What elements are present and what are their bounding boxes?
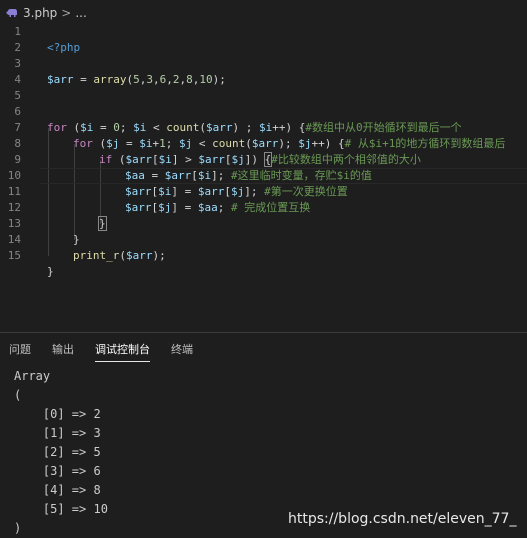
token-punct: ,: [153, 73, 160, 86]
code-line: }: [0, 216, 527, 246]
console-line: [0] => 2: [14, 407, 101, 421]
watermark: https://blog.csdn.net/eleven_77_: [288, 511, 517, 527]
breadcrumb-file[interactable]: 3.php: [23, 6, 57, 20]
token-punct: );: [212, 73, 226, 86]
code-line: if ($arr[$i] > $arr[$j]) {#比较数组中两个相邻值的大小: [0, 136, 527, 167]
code-line: }: [0, 200, 527, 231]
code-line: print_r($arr);: [0, 232, 527, 262]
tab-problems[interactable]: 问题: [3, 335, 37, 365]
token-number: 8: [186, 73, 193, 86]
breadcrumb-more[interactable]: ...: [75, 6, 86, 20]
chevron-right-icon: >: [61, 6, 72, 20]
code-line: for ($j = $i+1; $j < count($arr); $j++) …: [0, 120, 527, 150]
token-number: 2: [172, 73, 180, 86]
console-line: (: [14, 388, 22, 402]
tab-output[interactable]: 输出: [46, 335, 80, 365]
tab-debug-console[interactable]: 调试控制台: [89, 335, 156, 365]
php-elephant-icon: [6, 9, 17, 17]
token-punct: =: [73, 73, 94, 86]
tab-terminal[interactable]: 终端: [165, 335, 199, 365]
token-number: 3: [146, 73, 153, 86]
console-line: [4] => 8: [14, 483, 101, 497]
code-line: $arr[$j] = $aa; # 完成位置互换: [0, 184, 527, 214]
code-line: $arr = array(5,3,6,2,8,10);: [0, 56, 527, 86]
console-line: ): [14, 521, 22, 535]
code-line: }: [0, 248, 527, 278]
token-number: 5: [133, 73, 140, 86]
console-line: [1] => 3: [14, 426, 101, 440]
token-punct: ,: [166, 73, 173, 86]
token-number: 10: [199, 73, 213, 86]
token-function: array: [93, 73, 127, 86]
code-line: <?php: [0, 24, 527, 54]
breadcrumb: 3.php > ...: [0, 0, 527, 26]
panel-tabs: 问题 输出 调试控制台 终端: [0, 335, 527, 365]
console-line: [5] => 10: [14, 502, 108, 516]
console-line: [2] => 5: [14, 445, 101, 459]
console-line: [3] => 6: [14, 464, 101, 478]
panel-divider: [0, 332, 527, 333]
code-line: $arr[$i] = $arr[$j]; #第一次更换位置: [0, 168, 527, 198]
token-punct: }: [47, 265, 54, 278]
code-editor[interactable]: 1 2 3 4 5 6 7 8 9 10 11 12 13 14 15 <?ph…: [0, 24, 527, 334]
php-open-tag: <?php: [47, 41, 81, 54]
token-variable: $arr: [47, 73, 74, 86]
console-line: Array: [14, 369, 51, 383]
code-line: for ($i = 0; $i < count($arr) ; $i++) {#…: [0, 104, 527, 134]
code-line: $aa = $arr[$i]; #这里临时变量，存贮$i的值: [0, 152, 527, 182]
